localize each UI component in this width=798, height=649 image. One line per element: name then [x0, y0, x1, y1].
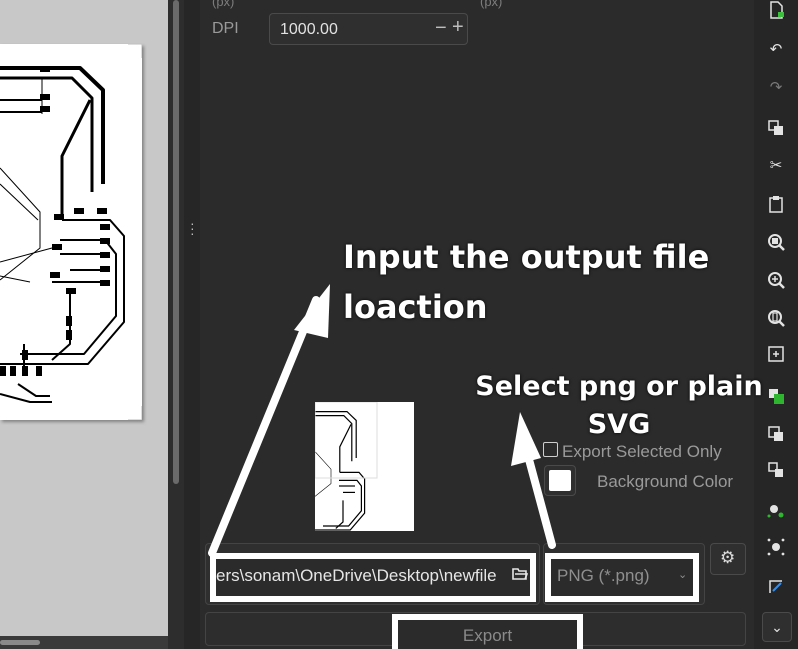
export-filename-input[interactable]: ers\sonam\OneDrive\Desktop\newfile [216, 566, 497, 586]
dpi-increment-button[interactable]: + [452, 16, 464, 39]
export-dialog-panel: (px) (px) DPI 1000.00 − + Export Selecte… [200, 0, 754, 649]
document-import-icon[interactable] [766, 0, 786, 20]
gear-icon: ⚙ [720, 548, 736, 567]
dpi-value[interactable]: 1000.00 [280, 21, 338, 39]
export-format-value[interactable]: PNG (*.png) [557, 566, 650, 586]
dpi-decrement-button[interactable]: − [435, 17, 447, 40]
duplicate-icon[interactable] [766, 118, 786, 138]
pcb-trace-drawing [0, 43, 143, 421]
grip-dots-icon: · · · [190, 215, 195, 241]
fill-stroke-icon[interactable] [766, 386, 786, 406]
ungroup-icon[interactable] [766, 460, 786, 480]
export-button[interactable]: Export [205, 612, 746, 649]
zoom-fit-icon[interactable] [766, 344, 786, 364]
filename-annotation-highlight: ers\sonam\OneDrive\Desktop\newfile [210, 553, 536, 602]
undo-icon[interactable]: ↶ [766, 40, 786, 60]
canvas-vertical-scrollbar[interactable] [168, 0, 184, 649]
canvas-horizontal-scroll-thumb[interactable] [0, 640, 40, 645]
dpi-spin-field[interactable]: 1000.00 − + [269, 13, 468, 45]
page-sheet [0, 43, 143, 421]
export-settings-button[interactable]: ⚙ [710, 543, 746, 575]
drawing-canvas[interactable] [0, 0, 168, 636]
xml-editor-icon[interactable] [766, 577, 786, 597]
height-unit-label: (px) [480, 0, 503, 9]
commands-toolbar: ↶ ↷ ✂ ⌄ [754, 0, 798, 649]
paste-icon[interactable] [766, 194, 786, 214]
group-icon[interactable] [766, 424, 786, 444]
more-icon[interactable]: ⌄ [762, 612, 792, 642]
width-unit-label: (px) [212, 0, 235, 9]
export-annotation-highlight: Export [392, 614, 583, 649]
snap-bbox-icon[interactable] [766, 500, 786, 520]
export-selected-only-label: Export Selected Only [562, 442, 722, 461]
dock-resize-handle[interactable]: · · · [184, 0, 200, 649]
background-color-label: Background Color [597, 472, 734, 491]
zoom-page-icon[interactable] [766, 308, 786, 328]
preview-thumbnail [314, 401, 378, 546]
folder-open-icon[interactable] [512, 567, 528, 581]
canvas-horizontal-scrollbar[interactable] [0, 636, 168, 649]
zoom-drawing-icon[interactable] [766, 270, 786, 290]
redo-icon[interactable]: ↷ [766, 78, 786, 98]
cut-icon[interactable]: ✂ [766, 156, 786, 176]
canvas-vertical-scroll-thumb[interactable] [173, 0, 179, 484]
export-filename-field[interactable]: ers\sonam\OneDrive\Desktop\newfile [205, 543, 540, 605]
export-selected-only-checkbox[interactable] [543, 442, 558, 457]
export-preview [314, 401, 414, 546]
format-annotation-highlight: PNG (*.png) ⌄ [545, 553, 699, 602]
export-button-label: Export [462, 626, 513, 645]
export-format-select[interactable]: PNG (*.png) ⌄ [543, 543, 705, 605]
zoom-selection-icon[interactable] [766, 232, 786, 252]
snap-nodes-icon[interactable] [766, 537, 786, 557]
background-color-swatch [549, 470, 571, 491]
dpi-label: DPI [212, 20, 239, 37]
chevron-down-icon[interactable]: ⌄ [678, 568, 688, 581]
background-color-button[interactable] [544, 465, 576, 496]
